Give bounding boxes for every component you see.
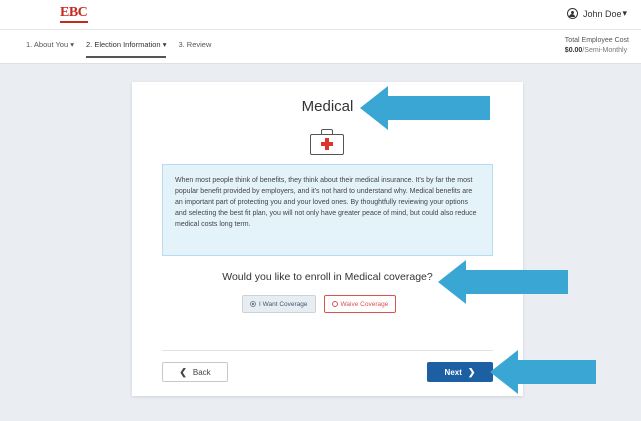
next-label: Next <box>444 367 462 377</box>
waive-coverage-option[interactable]: Waive Coverage <box>323 295 397 313</box>
radio-empty-icon <box>331 301 338 307</box>
arrow-pointer-icon <box>360 86 490 130</box>
back-button[interactable]: ❮ Back <box>162 362 228 382</box>
coverage-choices: I Want Coverage Waive Coverage <box>242 295 397 313</box>
step-navigation: 1. About You ▾ 2. Election Information ▾… <box>0 30 641 64</box>
arrow-pointer-icon <box>490 350 596 394</box>
step-election-information[interactable]: 2. Election Information ▾ <box>85 40 167 58</box>
top-bar: EBC John Doe ▾ <box>0 0 641 30</box>
step-about-you[interactable]: 1. About You ▾ <box>26 40 74 58</box>
total-employee-cost: Total Employee Cost $0.00/Semi-Monthly <box>565 36 629 56</box>
chevron-down-icon: ▾ <box>622 8 627 18</box>
radio-selected-icon <box>250 301 256 307</box>
want-coverage-option[interactable]: I Want Coverage <box>242 295 316 313</box>
back-label: Back <box>192 367 211 377</box>
cost-label: Total Employee Cost <box>564 37 629 44</box>
want-coverage-label: I Want Coverage <box>259 300 308 308</box>
cost-amount: $0.00 <box>564 47 583 54</box>
waive-coverage-label: Waive Coverage <box>340 300 389 308</box>
step-review[interactable]: 3. Review <box>178 40 211 58</box>
next-button[interactable]: Next ❯ <box>427 362 493 382</box>
logo-text: EBC <box>60 5 88 20</box>
user-name: John Doe <box>582 8 622 19</box>
medical-info-box: When most people think of benefits, they… <box>162 164 493 256</box>
company-logo[interactable]: EBC <box>60 6 90 24</box>
arrow-pointer-icon <box>438 260 568 304</box>
medical-kit-icon <box>310 129 344 155</box>
chevron-left-icon: ❮ <box>179 366 187 377</box>
divider <box>162 350 493 351</box>
chevron-right-icon: ❯ <box>467 366 476 377</box>
user-menu[interactable]: John Doe ▾ <box>566 8 627 19</box>
logo-underline <box>60 21 88 23</box>
user-icon <box>566 8 578 19</box>
cost-period: /Semi-Monthly <box>582 47 628 54</box>
